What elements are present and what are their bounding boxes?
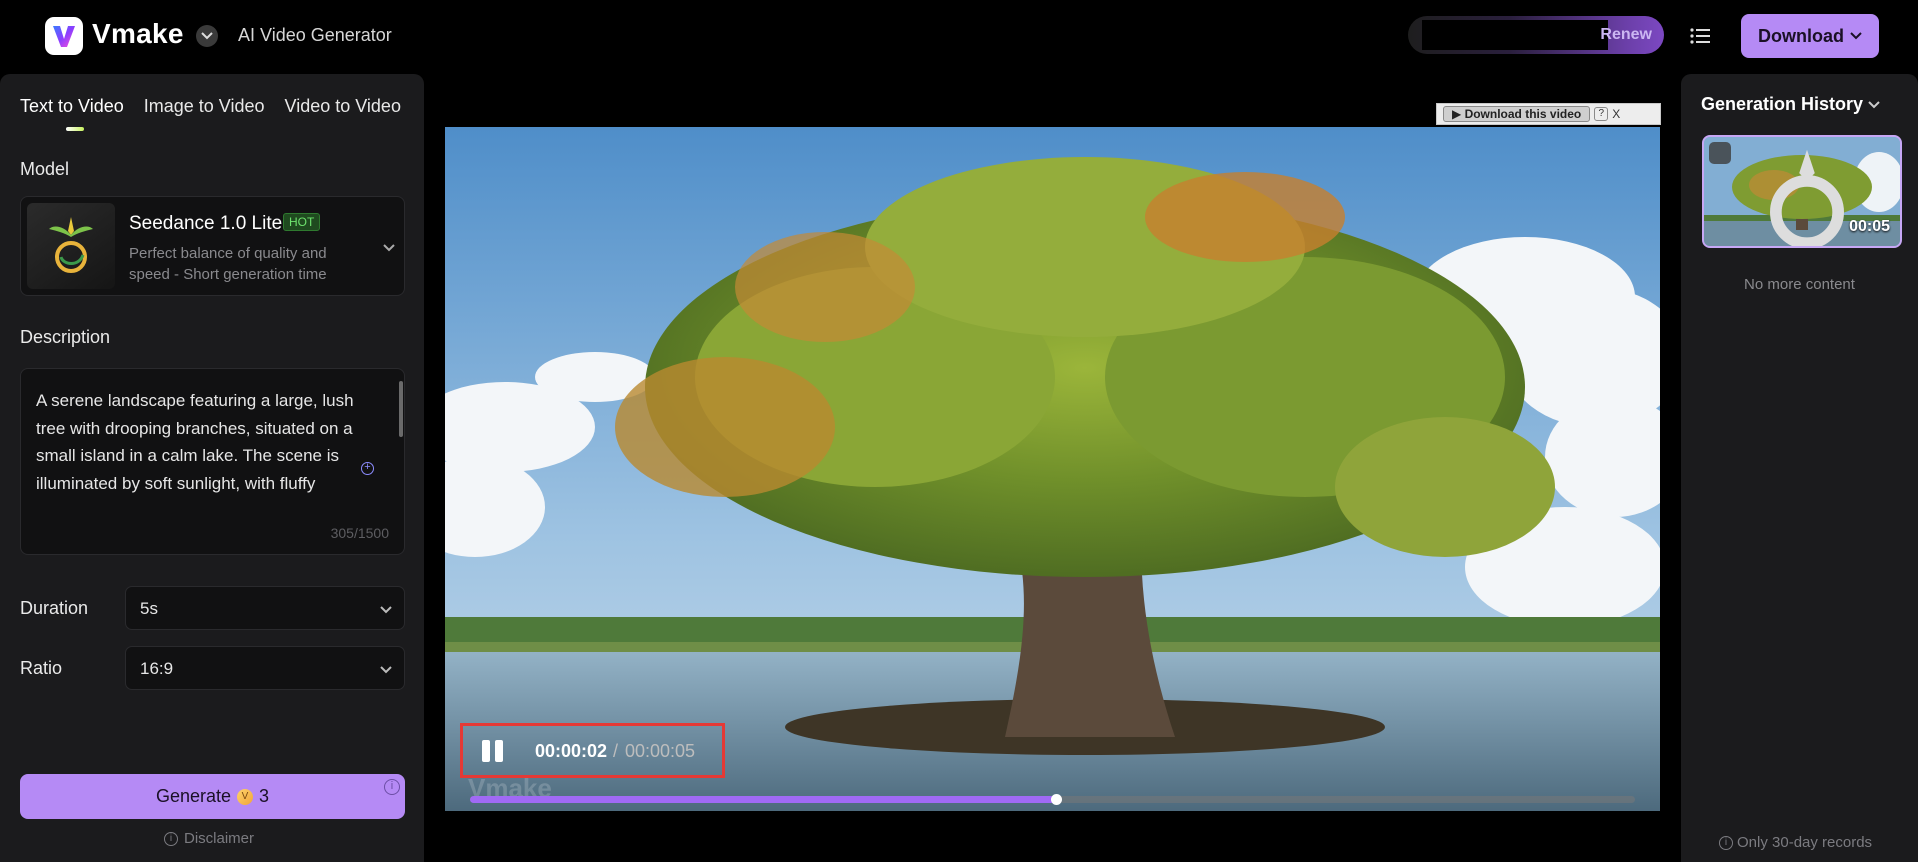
brand-name: Vmake: [92, 18, 184, 49]
video-frame-image: [445, 127, 1660, 811]
history-title[interactable]: Generation History: [1701, 94, 1863, 115]
progress-fill: [470, 796, 1056, 803]
plan-status-pill[interactable]: Renew: [1408, 16, 1664, 54]
hot-badge: HOT: [283, 213, 321, 231]
ratio-label: Ratio: [20, 658, 63, 678]
info-icon: i: [164, 831, 178, 846]
download-this-video-button[interactable]: ▶ Download this video: [1443, 106, 1591, 122]
pause-icon[interactable]: [482, 740, 504, 762]
model-name: Seedance 1.0 Lite: [129, 213, 283, 234]
description-text[interactable]: A serene landscape featuring a large, lu…: [36, 387, 386, 499]
download-label: Download: [1758, 25, 1844, 46]
right-panel: Generation History 00:05 No more content…: [1681, 74, 1918, 862]
generate-label: Generate: [155, 786, 232, 806]
video-player[interactable]: [445, 127, 1660, 811]
renew-button[interactable]: Renew: [1600, 26, 1652, 44]
chevron-down-icon[interactable]: [1868, 96, 1880, 114]
tab-image-to-video[interactable]: Image to Video: [144, 96, 265, 117]
list-menu-icon[interactable]: [1690, 26, 1712, 46]
history-item[interactable]: 00:05: [1702, 135, 1902, 248]
info-icon: i: [1719, 835, 1733, 850]
ratio-select[interactable]: 16:9: [125, 646, 405, 690]
model-selector[interactable]: Seedance 1.0 Lite HOT Perfect balance of…: [20, 196, 405, 296]
generate-button[interactable]: Generate V 3: [20, 774, 405, 819]
download-video-bar: ▶ Download this video ? X: [1436, 103, 1661, 125]
duration-value: 5s: [140, 599, 158, 618]
expand-plus-icon[interactable]: +: [361, 462, 374, 475]
model-logo-icon: [27, 203, 115, 289]
duration-label: Duration: [20, 598, 89, 618]
mode-tabs: Text to Video Image to Video Video to Vi…: [20, 96, 401, 117]
model-description: Perfect balance of quality and speed - S…: [129, 245, 327, 283]
top-bar: Vmake AI Video Generator Renew Download: [0, 0, 1918, 70]
records-note: i Only 30-day records: [1719, 834, 1872, 851]
char-count: 305/1500: [330, 525, 389, 541]
active-tab-indicator: [66, 127, 84, 131]
description-textarea[interactable]: A serene landscape featuring a large, lu…: [20, 368, 405, 555]
app-title: AI Video Generator: [238, 25, 392, 45]
chevron-down-icon: [383, 239, 395, 257]
tab-text-to-video[interactable]: Text to Video: [20, 96, 124, 117]
chevron-down-icon: [380, 661, 392, 679]
vmake-logo-icon[interactable]: [45, 17, 83, 55]
info-icon[interactable]: i: [384, 779, 400, 795]
description-label: Description: [20, 327, 111, 347]
credit-coin-icon: V: [237, 788, 254, 805]
download-button[interactable]: Download: [1741, 14, 1879, 58]
total-time: 00:00:05: [625, 741, 696, 761]
help-icon[interactable]: ?: [1594, 107, 1609, 121]
tab-video-to-video[interactable]: Video to Video: [285, 96, 401, 117]
chevron-down-icon[interactable]: [196, 25, 218, 47]
chevron-down-icon: [380, 601, 392, 619]
generate-cost: 3: [259, 786, 270, 806]
disclaimer-label: Disclaimer: [184, 830, 255, 847]
close-icon[interactable]: X: [1612, 107, 1620, 121]
no-more-content: No more content: [1744, 276, 1855, 293]
left-panel: Text to Video Image to Video Video to Vi…: [0, 74, 424, 862]
textarea-scrollbar[interactable]: [399, 381, 403, 437]
model-badge-icon: [1709, 142, 1844, 246]
progress-bar[interactable]: [470, 794, 1635, 805]
history-duration: 00:05: [1849, 218, 1890, 235]
duration-select[interactable]: 5s: [125, 586, 405, 630]
records-note-text: Only 30-day records: [1737, 834, 1873, 851]
disclaimer-link[interactable]: i Disclaimer: [164, 830, 254, 847]
ratio-value: 16:9: [140, 659, 174, 678]
chevron-down-icon: [1850, 32, 1862, 40]
model-label: Model: [20, 159, 70, 179]
redacted-area: [1422, 20, 1608, 50]
progress-handle[interactable]: [1050, 794, 1062, 805]
current-time: 00:00:02: [535, 741, 608, 761]
time-separator: /: [613, 741, 619, 761]
